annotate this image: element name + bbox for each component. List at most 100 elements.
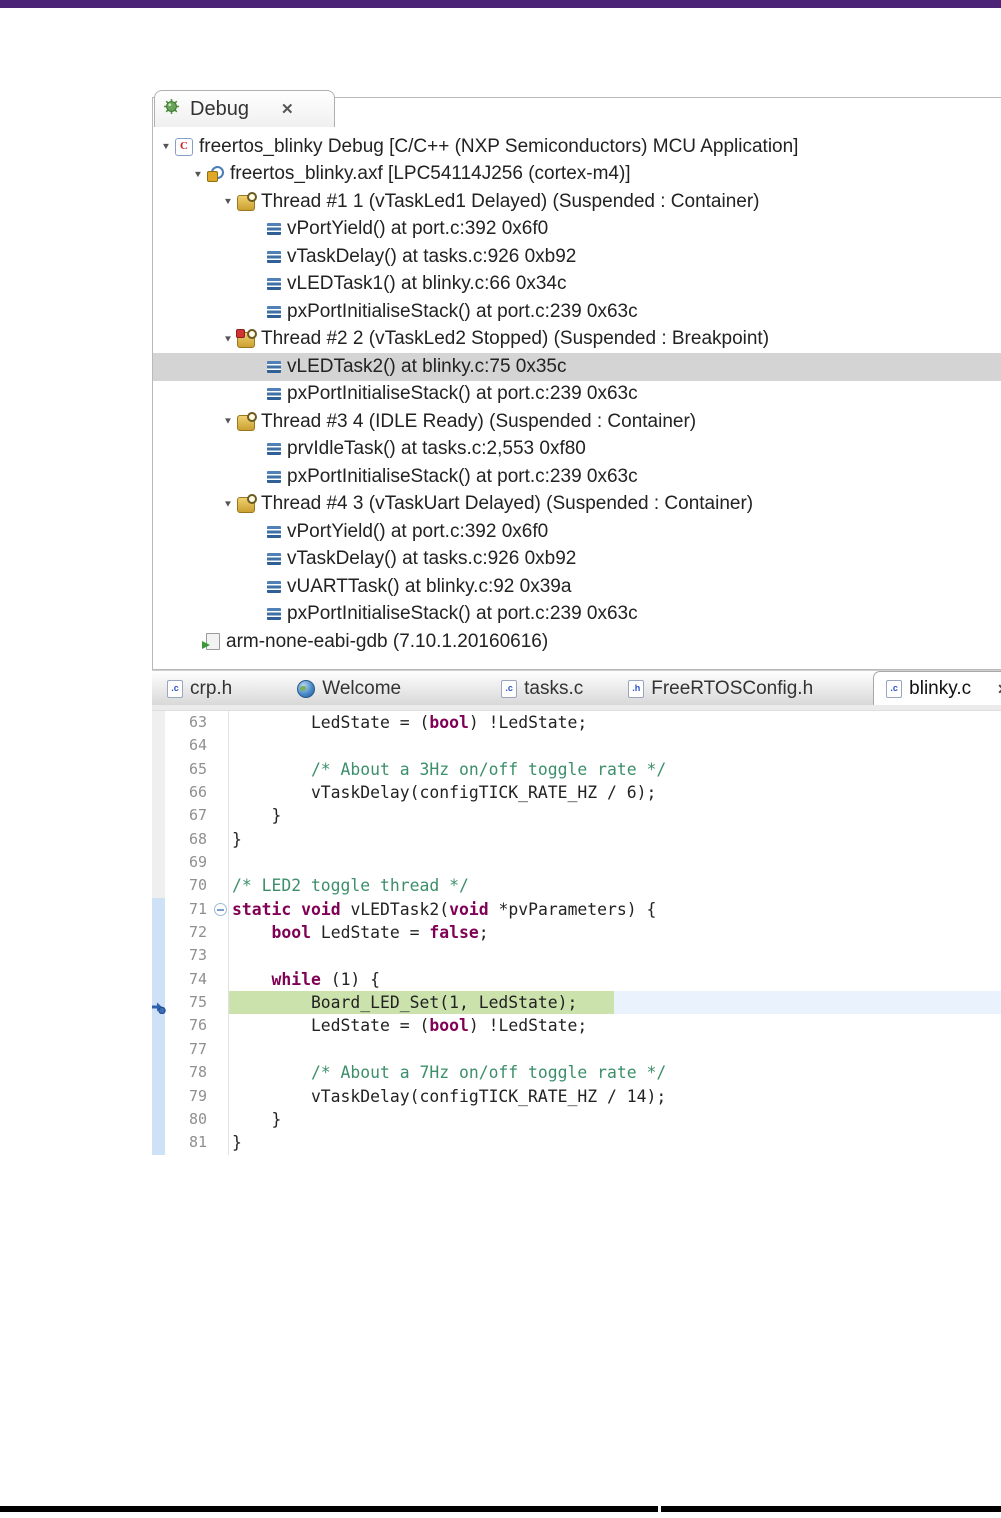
fold-gutter[interactable] bbox=[214, 711, 229, 735]
line-number[interactable]: 63 bbox=[165, 711, 214, 734]
line-number[interactable]: 68 bbox=[165, 828, 214, 851]
chevron-down-icon[interactable]: ▼ bbox=[193, 169, 207, 179]
code-line-77[interactable]: 77 bbox=[152, 1037, 1001, 1062]
annotation-gutter[interactable] bbox=[152, 897, 165, 922]
line-number[interactable]: 66 bbox=[165, 781, 214, 804]
debug-tree-row[interactable]: pxPortInitialiseStack() at port.c:239 0x… bbox=[153, 298, 1001, 326]
editor-tab-tasks.c[interactable]: .c tasks.c bbox=[491, 671, 593, 706]
line-number[interactable]: 67 bbox=[165, 804, 214, 827]
annotation-gutter[interactable] bbox=[152, 1107, 165, 1132]
code-line-74[interactable]: 74 while (1) { bbox=[152, 967, 1001, 992]
fold-gutter[interactable] bbox=[214, 991, 229, 1015]
annotation-gutter[interactable] bbox=[152, 711, 165, 735]
line-number[interactable]: 79 bbox=[165, 1085, 214, 1108]
fold-gutter[interactable] bbox=[214, 1084, 229, 1108]
code-line-72[interactable]: 72 bool LedState = false; bbox=[152, 921, 1001, 945]
fold-gutter[interactable] bbox=[214, 897, 229, 922]
line-number[interactable]: 72 bbox=[165, 921, 214, 944]
fold-gutter[interactable] bbox=[214, 804, 229, 828]
annotation-gutter[interactable] bbox=[152, 1037, 165, 1062]
fold-gutter[interactable] bbox=[214, 967, 229, 992]
line-number[interactable]: 80 bbox=[165, 1108, 214, 1131]
annotation-gutter[interactable] bbox=[152, 991, 166, 1015]
fold-gutter[interactable] bbox=[214, 944, 229, 968]
debug-tree-row[interactable]: ▼ Thread #2 2 (vTaskLed2 Stopped) (Suspen… bbox=[153, 326, 1001, 354]
fold-gutter[interactable] bbox=[214, 851, 229, 875]
code-line-70[interactable]: 70 /* LED2 toggle thread */ bbox=[152, 874, 1001, 898]
close-icon[interactable]: ✕ bbox=[281, 100, 294, 118]
code-line-68[interactable]: 68} bbox=[152, 827, 1001, 852]
annotation-gutter[interactable] bbox=[152, 734, 165, 758]
code-line-81[interactable]: 81} bbox=[152, 1131, 1001, 1155]
debug-tree-row[interactable]: vPortYield() at port.c:392 0x6f0 bbox=[153, 518, 1001, 546]
code-line-67[interactable]: 67 } bbox=[152, 804, 1001, 828]
annotation-gutter[interactable] bbox=[152, 851, 165, 875]
line-number[interactable]: 75 bbox=[165, 991, 214, 1014]
debug-tree-row[interactable]: vLEDTask1() at blinky.c:66 0x34c bbox=[153, 271, 1001, 299]
fold-gutter[interactable] bbox=[214, 781, 229, 805]
code-line-63[interactable]: 63 LedState = (bool) !LedState; bbox=[152, 711, 1001, 735]
debug-tree-row[interactable]: pxPortInitialiseStack() at port.c:239 0x… bbox=[153, 381, 1001, 409]
debug-tree-row[interactable]: pxPortInitialiseStack() at port.c:239 0x… bbox=[153, 601, 1001, 629]
code-line-65[interactable]: 65 /* About a 3Hz on/off toggle rate */ bbox=[152, 757, 1001, 782]
code-line-78[interactable]: 78 /* About a 7Hz on/off toggle rate */ bbox=[152, 1061, 1001, 1085]
code-line-66[interactable]: 66 vTaskDelay(configTICK_RATE_HZ / 6); bbox=[152, 781, 1001, 805]
editor-tab-FreeRTOSConfig.h[interactable]: .h FreeRTOSConfig.h bbox=[618, 671, 823, 706]
annotation-gutter[interactable] bbox=[152, 1131, 165, 1155]
fold-gutter[interactable] bbox=[214, 1107, 229, 1132]
debug-tree-row[interactable]: prvIdleTask() at tasks.c:2,553 0xf80 bbox=[153, 436, 1001, 464]
annotation-gutter[interactable] bbox=[152, 967, 165, 992]
close-icon[interactable]: ✕ bbox=[997, 681, 1001, 698]
code-editor[interactable]: 63 LedState = (bool) !LedState; 64 65 /* A… bbox=[152, 705, 1001, 1160]
fold-gutter[interactable] bbox=[214, 874, 229, 898]
fold-gutter[interactable] bbox=[214, 1131, 229, 1155]
line-number[interactable]: 74 bbox=[165, 968, 214, 991]
code-line-71[interactable]: 71 static void vLEDTask2(void *pvParamete… bbox=[152, 897, 1001, 922]
code-line-79[interactable]: 79 vTaskDelay(configTICK_RATE_HZ / 14); bbox=[152, 1084, 1001, 1108]
annotation-gutter[interactable] bbox=[152, 921, 165, 945]
debug-tree-row[interactable]: ▼ Thread #3 4 (IDLE Ready) (Suspended : C… bbox=[153, 408, 1001, 436]
debug-tree-row[interactable]: ▼ freertos_blinky.axf [LPC54114J256 (cort… bbox=[153, 161, 1001, 189]
fold-gutter[interactable] bbox=[214, 734, 229, 758]
annotation-gutter[interactable] bbox=[152, 874, 165, 898]
line-number[interactable]: 70 bbox=[165, 874, 214, 897]
annotation-gutter[interactable] bbox=[152, 944, 165, 968]
collapse-minus-icon[interactable] bbox=[214, 902, 227, 916]
code-line-80[interactable]: 80 } bbox=[152, 1107, 1001, 1132]
chevron-down-icon[interactable]: ▼ bbox=[161, 142, 175, 152]
annotation-gutter[interactable] bbox=[152, 1084, 165, 1108]
line-number[interactable]: 69 bbox=[165, 851, 214, 874]
fold-gutter[interactable] bbox=[214, 921, 229, 945]
debug-tree-row[interactable]: ▼ Thread #1 1 (vTaskLed1 Delayed) (Suspen… bbox=[153, 188, 1001, 216]
fold-gutter[interactable] bbox=[214, 827, 229, 852]
annotation-gutter[interactable] bbox=[152, 781, 165, 805]
code-line-76[interactable]: 76 LedState = (bool) !LedState; bbox=[152, 1014, 1001, 1038]
editor-tab-Welcome[interactable]: Welcome bbox=[287, 671, 411, 706]
code-line-69[interactable]: 69 bbox=[152, 851, 1001, 875]
annotation-gutter[interactable] bbox=[152, 1061, 165, 1085]
debug-tree-row[interactable]: pxPortInitialiseStack() at port.c:239 0x… bbox=[153, 463, 1001, 491]
chevron-down-icon[interactable]: ▼ bbox=[223, 499, 237, 509]
debug-tree-row[interactable]: arm-none-eabi-gdb (7.10.1.20160616) bbox=[153, 628, 1001, 656]
chevron-down-icon[interactable]: ▼ bbox=[223, 197, 237, 207]
debug-tree-row[interactable]: ▼ Thread #4 3 (vTaskUart Delayed) (Suspen… bbox=[153, 491, 1001, 519]
line-number[interactable]: 71 bbox=[165, 898, 214, 921]
debug-tree-row[interactable]: vTaskDelay() at tasks.c:926 0xb92 bbox=[153, 243, 1001, 271]
chevron-down-icon[interactable]: ▼ bbox=[223, 334, 237, 344]
code-line-64[interactable]: 64 bbox=[152, 734, 1001, 758]
fold-gutter[interactable] bbox=[214, 1014, 229, 1038]
annotation-gutter[interactable] bbox=[152, 804, 165, 828]
annotation-gutter[interactable] bbox=[152, 757, 165, 782]
debug-tree-row[interactable]: vUARTTask() at blinky.c:92 0x39a bbox=[153, 573, 1001, 601]
code-line-73[interactable]: 73 bbox=[152, 944, 1001, 968]
line-number[interactable]: 76 bbox=[165, 1014, 214, 1037]
chevron-down-icon[interactable]: ▼ bbox=[223, 417, 237, 427]
editor-tab-crp.h[interactable]: .c crp.h bbox=[157, 671, 242, 706]
line-number[interactable]: 78 bbox=[165, 1061, 214, 1084]
line-number[interactable]: 64 bbox=[165, 734, 214, 757]
annotation-gutter[interactable] bbox=[152, 1014, 165, 1038]
debug-tree-row[interactable]: ▼ Cfreertos_blinky Debug [C/C++ (NXP Semi… bbox=[153, 133, 1001, 161]
line-number[interactable]: 77 bbox=[165, 1038, 214, 1061]
fold-gutter[interactable] bbox=[214, 1037, 229, 1062]
debug-tree-row[interactable]: vPortYield() at port.c:392 0x6f0 bbox=[153, 216, 1001, 244]
